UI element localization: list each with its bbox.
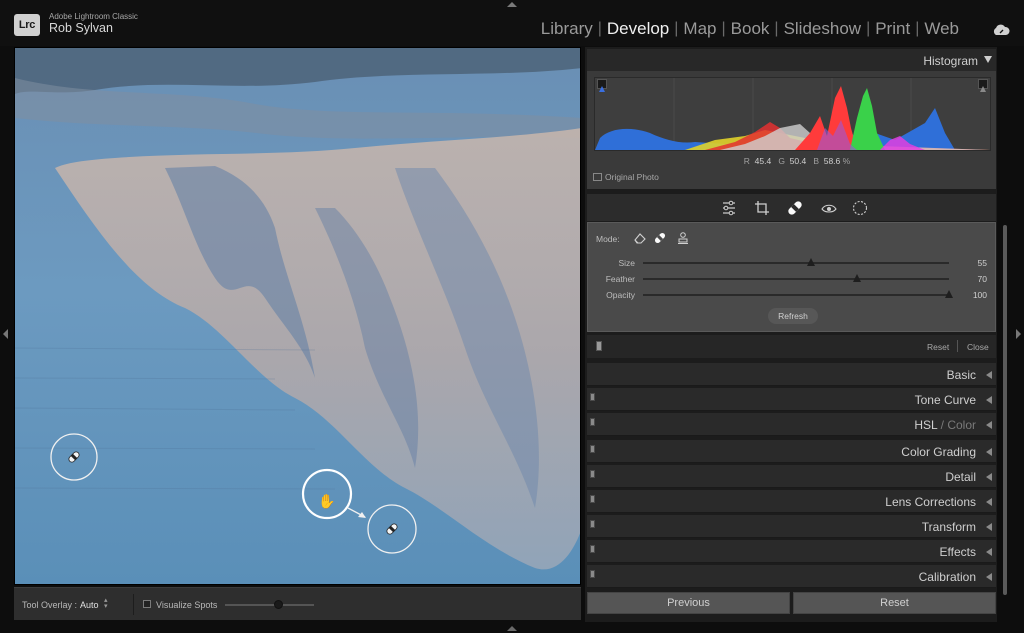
size-label: Size: [618, 258, 635, 268]
expand-triangle-icon[interactable]: [986, 473, 992, 481]
bottom-buttons: Previous Reset: [587, 590, 996, 616]
opacity-label: Opacity: [606, 290, 635, 300]
healing-panel: Mode: Size 55 Feather 70 Opacity 100 Ref…: [587, 222, 996, 332]
right-panel-scrollbar[interactable]: [1003, 225, 1007, 595]
section-toggle[interactable]: [590, 393, 595, 401]
original-photo-label: Original Photo: [605, 172, 659, 182]
app-name: Adobe Lightroom Classic: [49, 12, 138, 21]
section-lens-corrections[interactable]: Lens Corrections: [587, 490, 996, 513]
collapse-triangle-icon[interactable]: [984, 56, 992, 63]
section-toggle[interactable]: [590, 445, 595, 453]
content-aware-remove-icon[interactable]: [633, 231, 647, 245]
section-toggle[interactable]: [590, 520, 595, 528]
lrc-logo: Lrc: [14, 14, 40, 36]
module-web[interactable]: Web: [919, 19, 964, 39]
collapse-top-panel-icon[interactable]: [507, 2, 517, 7]
section-tone-curve[interactable]: Tone Curve: [587, 388, 996, 411]
feather-slider-thumb[interactable]: [853, 274, 862, 282]
opacity-slider[interactable]: [643, 294, 949, 296]
expand-triangle-icon[interactable]: [986, 548, 992, 556]
module-picker: Library | Develop | Map | Book | Slidesh…: [536, 19, 964, 39]
expand-triangle-icon[interactable]: [986, 371, 992, 379]
tool-strip: [587, 194, 996, 221]
heal-on-off-toggle[interactable]: [596, 341, 602, 351]
histogram-header[interactable]: Histogram: [587, 49, 996, 71]
toolbar: Tool Overlay : Auto ▴ ▾ Visualize Spots: [14, 587, 581, 620]
section-transform[interactable]: Transform: [587, 515, 996, 538]
rgb-readout: R 45.4 G 50.4 B 58.6 %: [743, 156, 851, 166]
feather-slider[interactable]: [643, 278, 949, 280]
module-map[interactable]: Map: [678, 19, 721, 39]
svg-text:✋: ✋: [318, 493, 335, 510]
healing-icon[interactable]: [786, 199, 804, 217]
visualize-spots-slider-thumb[interactable]: [274, 600, 284, 609]
red-eye-icon[interactable]: [820, 199, 838, 217]
collapse-left-panel-icon[interactable]: [3, 329, 8, 339]
opacity-value[interactable]: 100: [973, 290, 987, 300]
collapse-right-panel-icon[interactable]: [1016, 329, 1021, 339]
module-print[interactable]: Print: [870, 19, 915, 39]
photo-canvas[interactable]: ✋: [14, 47, 581, 585]
heal-close-button[interactable]: Close: [967, 342, 989, 352]
tool-overlay-select[interactable]: Auto: [80, 600, 99, 610]
module-book[interactable]: Book: [726, 19, 775, 39]
section-toggle[interactable]: [590, 545, 595, 553]
expand-triangle-icon[interactable]: [986, 396, 992, 404]
heal-reset-button[interactable]: Reset: [927, 342, 949, 352]
module-slideshow[interactable]: Slideshow: [779, 19, 867, 39]
histogram-graph[interactable]: [594, 77, 991, 151]
size-value[interactable]: 55: [978, 258, 987, 268]
opacity-slider-thumb[interactable]: [945, 290, 953, 298]
section-calibration[interactable]: Calibration: [587, 565, 996, 588]
feather-slider-row: Feather 70: [588, 272, 997, 286]
heal-reset-close-bar: Reset Close: [587, 335, 996, 358]
crop-icon[interactable]: [753, 199, 771, 217]
section-toggle[interactable]: [590, 495, 595, 503]
section-basic[interactable]: Basic: [587, 363, 996, 386]
feather-value[interactable]: 70: [978, 274, 987, 284]
expand-triangle-icon[interactable]: [986, 448, 992, 456]
opacity-slider-row: Opacity 100: [588, 288, 997, 302]
heal-mode-icon[interactable]: [653, 231, 667, 245]
histogram-panel: R 45.4 G 50.4 B 58.6 % Original Photo: [587, 71, 996, 189]
user-name: Rob Sylvan: [49, 21, 113, 35]
section-toggle[interactable]: [590, 418, 595, 426]
tool-overlay-stepper-icon[interactable]: ▴ ▾: [104, 597, 108, 610]
visualize-spots-slider[interactable]: [225, 604, 314, 606]
expand-triangle-icon[interactable]: [986, 573, 992, 581]
section-detail[interactable]: Detail: [587, 465, 996, 488]
masking-icon[interactable]: [851, 199, 869, 217]
visualize-spots-checkbox[interactable]: [143, 600, 151, 608]
mode-label: Mode:: [596, 234, 620, 244]
section-color-grading[interactable]: Color Grading: [587, 440, 996, 463]
expand-triangle-icon[interactable]: [986, 523, 992, 531]
original-photo-checkbox[interactable]: [593, 173, 602, 181]
shadow-clipping-icon[interactable]: [597, 79, 607, 92]
edit-sliders-icon[interactable]: [720, 199, 738, 217]
section-effects[interactable]: Effects: [587, 540, 996, 563]
section-hsl-color[interactable]: HSL / Color: [587, 413, 996, 436]
tool-overlay-label: Tool Overlay :: [22, 600, 78, 610]
highlight-clipping-icon[interactable]: [978, 79, 988, 92]
feather-label: Feather: [605, 274, 635, 284]
size-slider[interactable]: [643, 262, 949, 264]
previous-button[interactable]: Previous: [587, 592, 790, 614]
top-bar: Lrc Adobe Lightroom Classic Rob Sylvan L…: [0, 0, 1024, 46]
collapse-filmstrip-icon[interactable]: [507, 626, 517, 631]
section-toggle[interactable]: [590, 470, 595, 478]
visualize-spots-label: Visualize Spots: [156, 600, 218, 610]
size-slider-thumb[interactable]: [807, 258, 816, 266]
reset-button[interactable]: Reset: [793, 592, 996, 614]
module-library[interactable]: Library: [536, 19, 598, 39]
expand-triangle-icon[interactable]: [986, 498, 992, 506]
module-develop[interactable]: Develop: [602, 19, 674, 39]
size-slider-row: Size 55: [588, 256, 997, 270]
histogram-title: Histogram: [923, 54, 978, 68]
cloud-sync-icon[interactable]: [991, 23, 1011, 37]
section-toggle[interactable]: [590, 570, 595, 578]
expand-triangle-icon[interactable]: [986, 421, 992, 429]
refresh-button[interactable]: Refresh: [768, 308, 818, 324]
clone-stamp-icon[interactable]: [676, 231, 690, 245]
